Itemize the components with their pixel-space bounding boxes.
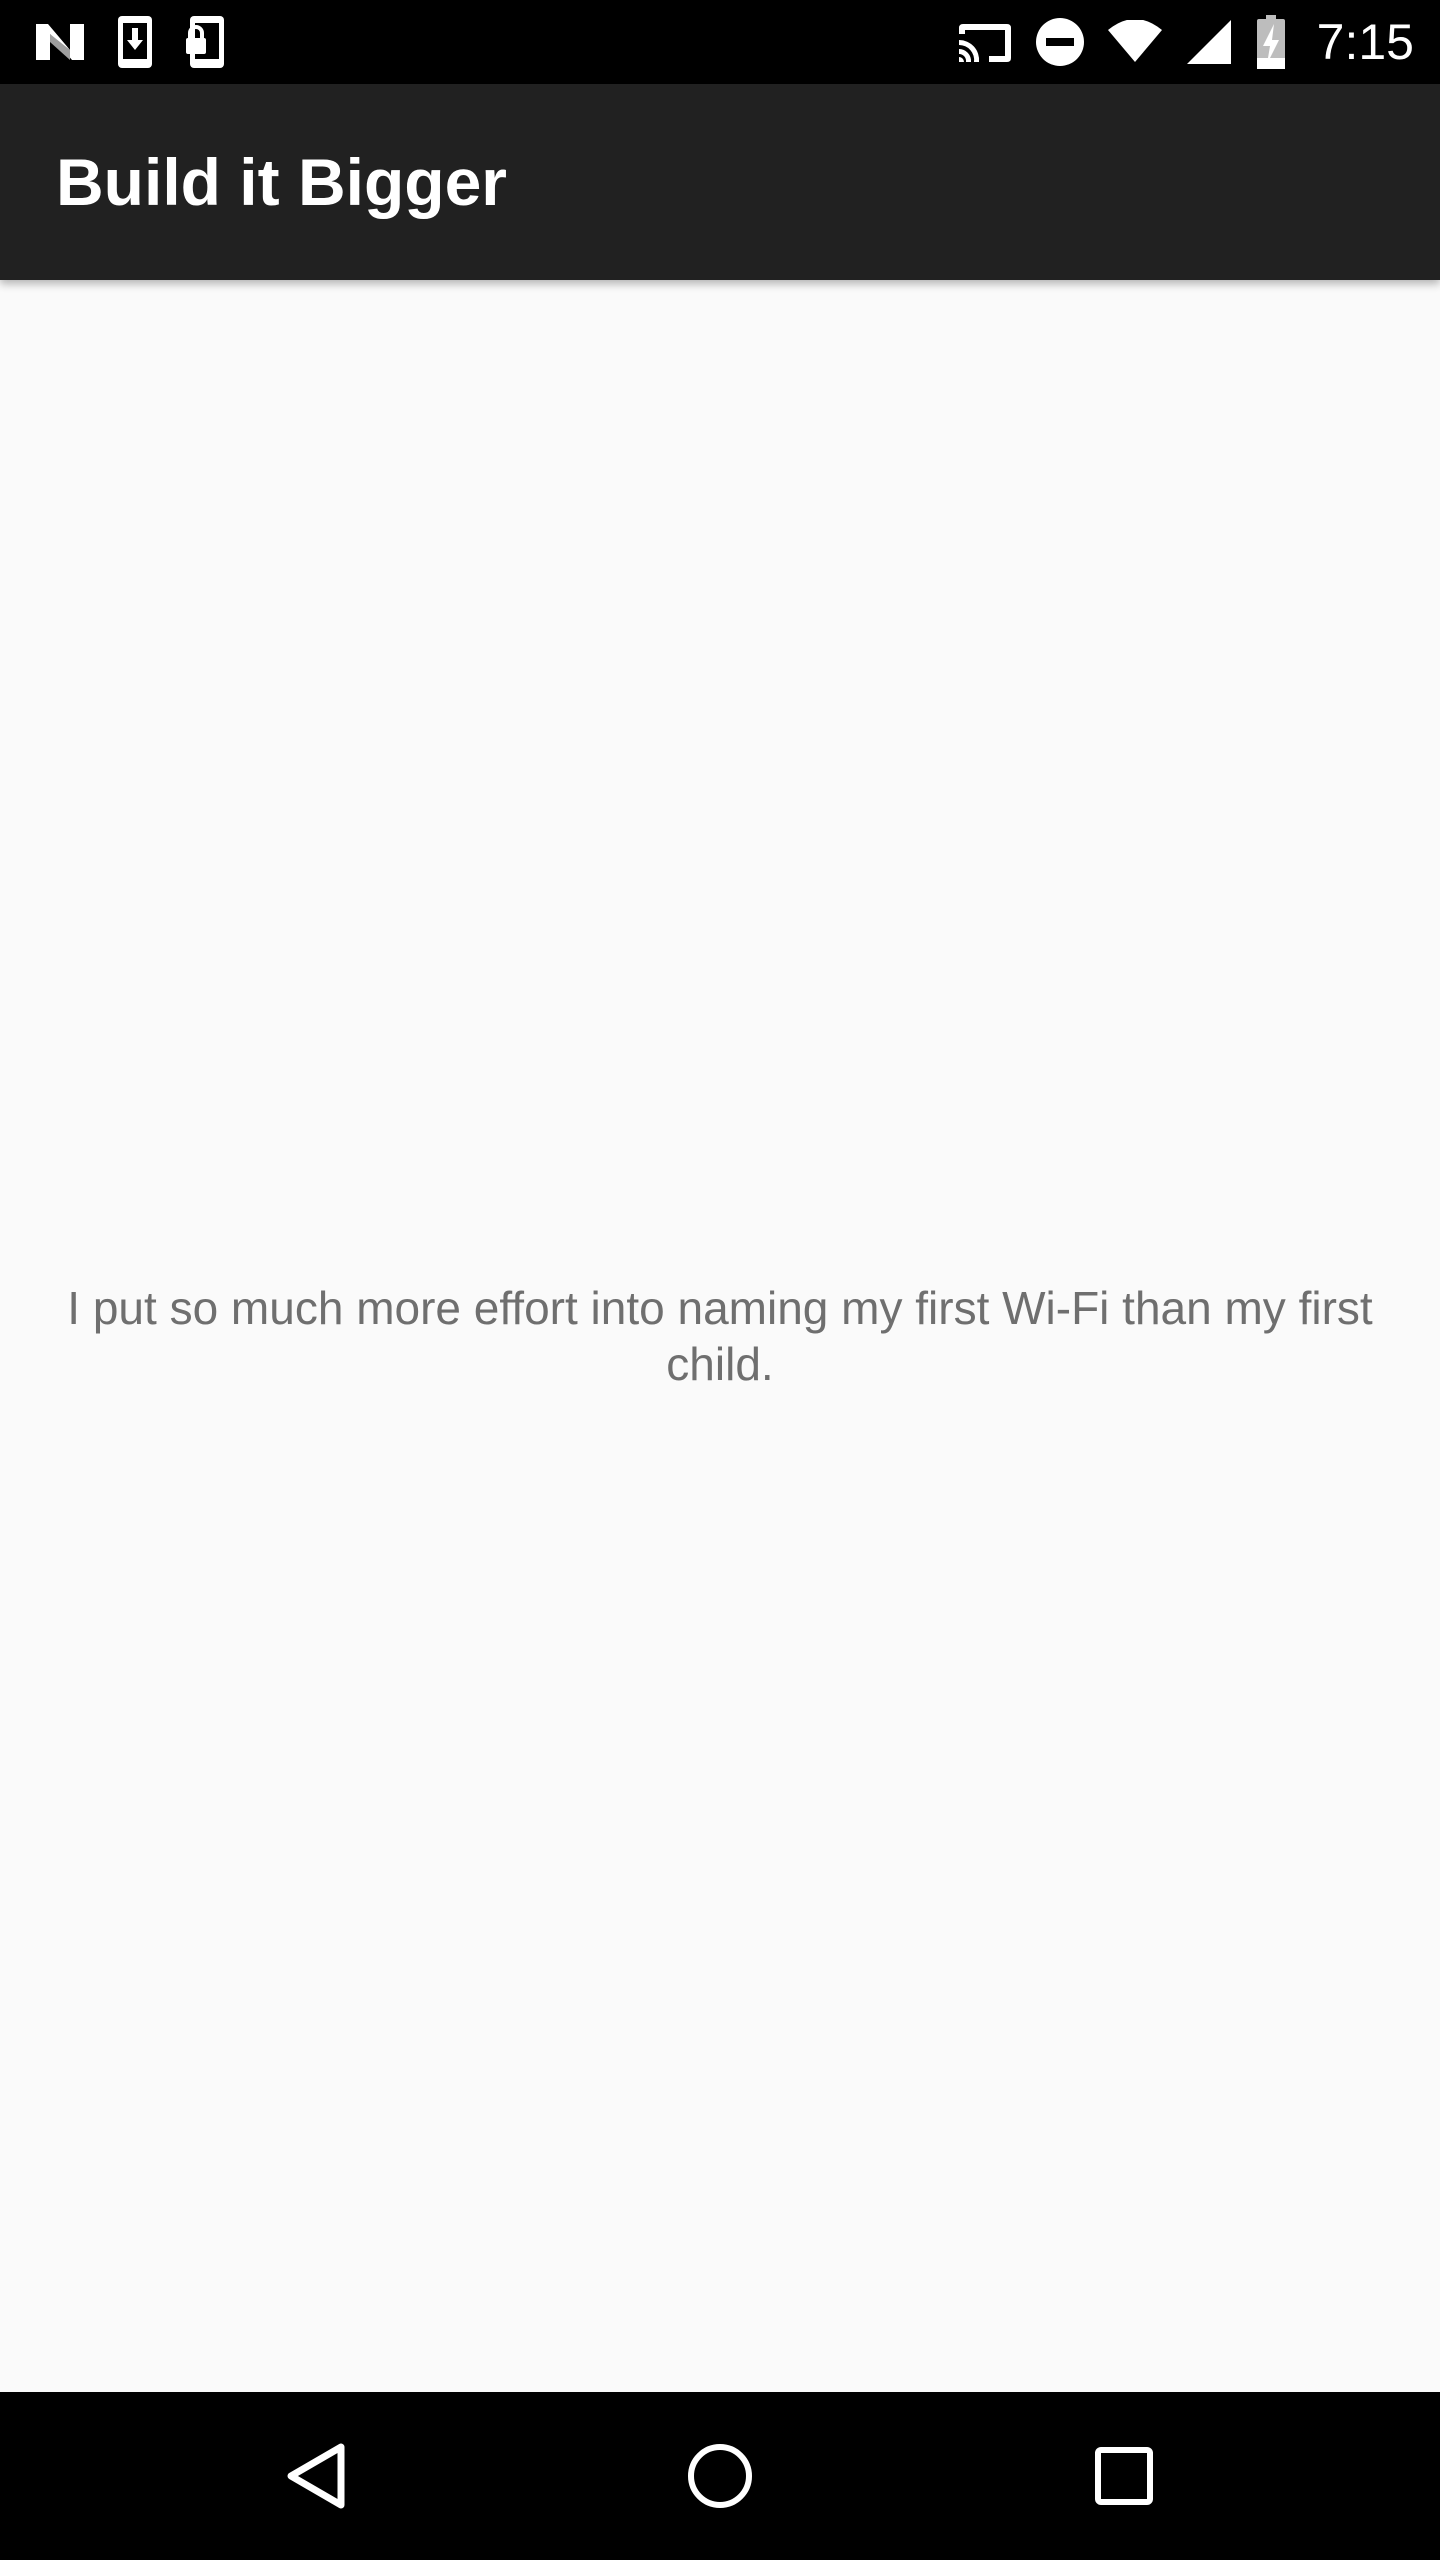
main-content: I put so much more effort into naming my… xyxy=(0,280,1440,2392)
status-bar: 7:15 xyxy=(0,0,1440,84)
recents-icon xyxy=(1095,2447,1153,2505)
navigation-bar xyxy=(0,2392,1440,2560)
home-icon xyxy=(688,2444,752,2508)
lock-phone-icon xyxy=(186,16,224,68)
status-bar-right: 7:15 xyxy=(955,0,1414,84)
do-not-disturb-icon xyxy=(1035,18,1084,66)
status-bar-left xyxy=(34,0,228,84)
status-bar-clock: 7:15 xyxy=(1316,14,1414,70)
battery-charging-icon xyxy=(1256,15,1285,69)
joke-text: I put so much more effort into naming my… xyxy=(67,1282,1373,1390)
cellular-signal-icon xyxy=(1186,20,1231,64)
app-title: Build it Bigger xyxy=(56,145,507,219)
back-button[interactable] xyxy=(276,2436,356,2516)
app-bar: Build it Bigger xyxy=(0,84,1440,280)
back-icon xyxy=(287,2443,345,2509)
n-logo-icon xyxy=(36,24,84,60)
cast-icon xyxy=(958,24,1011,62)
home-button[interactable] xyxy=(680,2436,760,2516)
wifi-icon xyxy=(1107,20,1162,62)
download-phone-icon xyxy=(118,16,152,68)
recents-button[interactable] xyxy=(1084,2436,1164,2516)
